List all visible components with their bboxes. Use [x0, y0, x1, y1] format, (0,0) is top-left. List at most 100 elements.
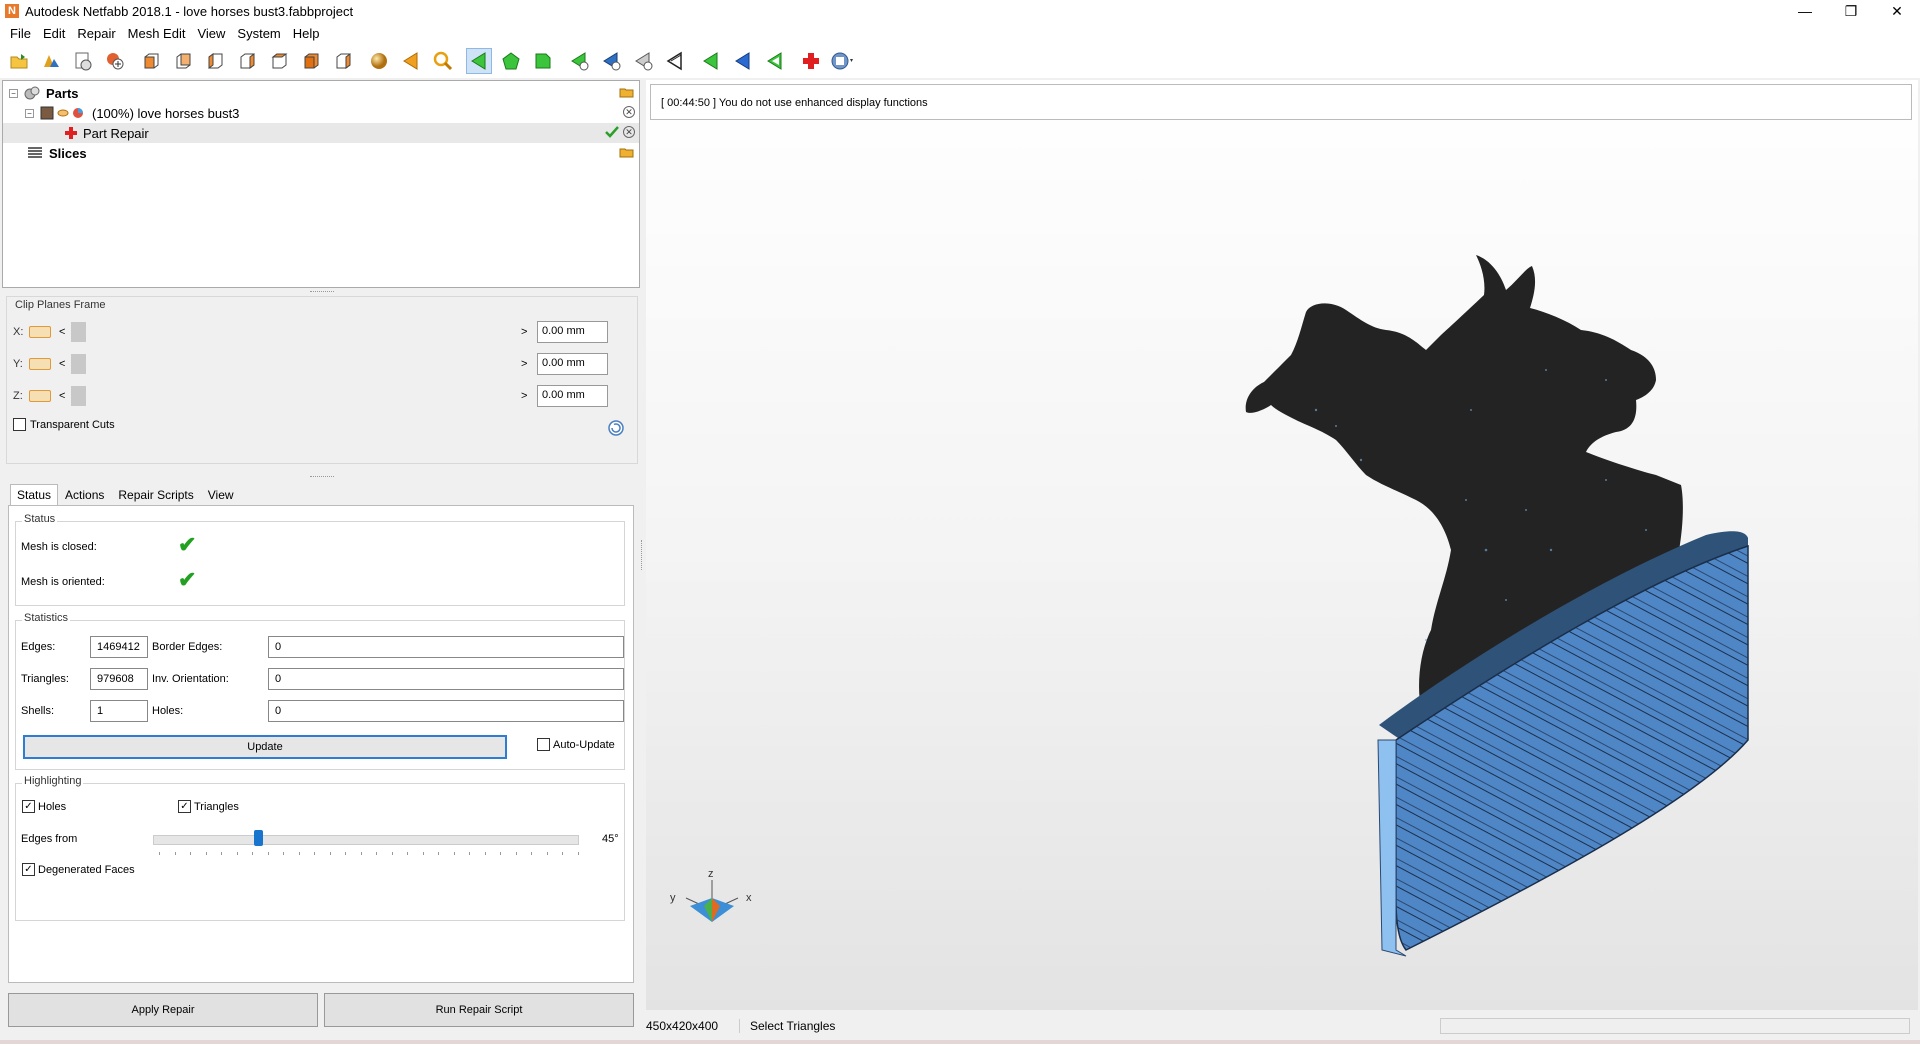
flip-triangle-icon[interactable]: [662, 48, 688, 74]
menu-help[interactable]: Help: [287, 26, 326, 41]
clip-z-value-input[interactable]: 0.00 mm: [537, 385, 608, 407]
degenerated-faces-checkbox[interactable]: ✓: [22, 863, 35, 876]
slices-icon: [28, 147, 42, 158]
horse-bust-model[interactable]: z y x: [646, 80, 1918, 1010]
restore-button[interactable]: ❐: [1828, 0, 1874, 22]
menu-system[interactable]: System: [231, 26, 286, 41]
panel-splitter[interactable]: [310, 476, 334, 480]
triangles-highlight-label: Triangles: [194, 800, 239, 813]
edges-angle-slider-thumb[interactable]: [254, 830, 263, 846]
view-front-icon[interactable]: [138, 48, 164, 74]
tab-view[interactable]: View: [201, 484, 241, 506]
check-icon: ✔: [178, 567, 197, 592]
clip-y-slider[interactable]: [69, 354, 521, 374]
help-icon[interactable]: [830, 48, 856, 74]
triangles-checkbox[interactable]: ✓: [178, 800, 191, 813]
panel-splitter[interactable]: [310, 291, 334, 295]
clip-plane-color-swatch[interactable]: [29, 326, 51, 338]
clip-plane-color-swatch[interactable]: [29, 358, 51, 370]
menu-view[interactable]: View: [191, 26, 231, 41]
vertical-splitter[interactable]: [641, 540, 645, 570]
folder-open-icon[interactable]: [619, 86, 635, 98]
view-bottom-icon[interactable]: [298, 48, 324, 74]
zoom-icon[interactable]: [430, 48, 456, 74]
visibility-eye-icon[interactable]: [57, 107, 69, 119]
folder-open-icon[interactable]: [619, 146, 635, 158]
toolbar: [0, 44, 1920, 78]
color-wheel-icon[interactable]: [72, 107, 84, 119]
menu-repair[interactable]: Repair: [71, 26, 121, 41]
remove-part-icon[interactable]: ✕: [623, 106, 635, 118]
tab-repair-scripts[interactable]: Repair Scripts: [111, 484, 200, 506]
select-surfaces-icon[interactable]: [530, 48, 556, 74]
repair-cross-icon[interactable]: [798, 48, 824, 74]
menu-file[interactable]: File: [4, 26, 37, 41]
blue-arrow-icon[interactable]: [730, 48, 756, 74]
clip-plane-color-swatch[interactable]: [29, 390, 51, 402]
degenerated-faces-label: Degenerated Faces: [38, 863, 135, 876]
add-objects-icon[interactable]: [102, 48, 128, 74]
slider-ticks: [159, 852, 579, 856]
slider-right-arrow-icon[interactable]: >: [521, 326, 531, 338]
slider-left-arrow-icon[interactable]: <: [59, 358, 69, 370]
remove-triangle-icon[interactable]: [598, 48, 624, 74]
tree-part-node[interactable]: − (100%) love horses bust3 ✕: [3, 103, 639, 123]
clip-x-slider[interactable]: [69, 322, 521, 342]
collapse-toggle[interactable]: −: [9, 88, 18, 98]
select-triangles-icon[interactable]: [466, 48, 492, 74]
view-top-icon[interactable]: [266, 48, 292, 74]
reset-clip-icon[interactable]: [607, 419, 625, 437]
slider-left-arrow-icon[interactable]: <: [59, 390, 69, 402]
slider-left-arrow-icon[interactable]: <: [59, 326, 69, 338]
close-repair-icon[interactable]: ✕: [623, 126, 635, 138]
menu-mesh-edit[interactable]: Mesh Edit: [122, 26, 192, 41]
tree-repair-node[interactable]: Part Repair ✕: [3, 123, 639, 143]
3d-viewport[interactable]: [ 00:44:50 ] You do not use enhanced dis…: [646, 80, 1918, 1010]
tab-actions[interactable]: Actions: [58, 484, 111, 506]
clip-x-value-input[interactable]: 0.00 mm: [537, 321, 608, 343]
view-right-icon[interactable]: [234, 48, 260, 74]
clip-y-value-input[interactable]: 0.00 mm: [537, 353, 608, 375]
edges-angle-slider[interactable]: [153, 835, 579, 845]
holes-checkbox[interactable]: ✓: [22, 800, 35, 813]
part-mesh-icon: [40, 106, 54, 120]
tab-status[interactable]: Status: [10, 484, 59, 506]
add-triangle-icon[interactable]: [566, 48, 592, 74]
view-left-icon[interactable]: [202, 48, 228, 74]
view-iso-icon[interactable]: [330, 48, 356, 74]
open-project-icon[interactable]: [6, 48, 32, 74]
border-edges-label: Border Edges:: [152, 641, 223, 653]
close-button[interactable]: ✕: [1874, 0, 1920, 22]
clip-z-slider[interactable]: [69, 386, 521, 406]
update-button[interactable]: Update: [23, 735, 507, 759]
slider-thumb[interactable]: [71, 322, 86, 342]
transparent-cuts-checkbox[interactable]: [13, 418, 26, 431]
green-arrow-outline-icon[interactable]: [762, 48, 788, 74]
auto-update-label: Auto-Update: [553, 738, 615, 751]
cut-triangle-icon[interactable]: [630, 48, 656, 74]
tree-slices-node[interactable]: Slices: [3, 143, 639, 163]
auto-update-checkbox[interactable]: [537, 738, 550, 751]
apply-repair-button[interactable]: Apply Repair: [8, 993, 318, 1027]
menu-edit[interactable]: Edit: [37, 26, 71, 41]
shading-sphere-icon[interactable]: [366, 48, 392, 74]
slider-right-arrow-icon[interactable]: >: [521, 390, 531, 402]
view-back-icon[interactable]: [170, 48, 196, 74]
axis-y-label: y: [670, 892, 676, 904]
progress-bar: [1440, 1018, 1910, 1034]
apply-check-icon[interactable]: [605, 126, 619, 138]
green-arrow-icon[interactable]: [698, 48, 724, 74]
edges-from-value: 45°: [602, 833, 619, 845]
run-repair-script-button[interactable]: Run Repair Script: [324, 993, 634, 1027]
arrow-left-orange-icon[interactable]: [398, 48, 424, 74]
window-title: Autodesk Netfabb 2018.1 - love horses bu…: [25, 3, 354, 19]
collapse-toggle[interactable]: −: [25, 108, 34, 118]
add-part-icon[interactable]: [38, 48, 64, 74]
slider-thumb[interactable]: [71, 354, 86, 374]
new-project-icon[interactable]: [70, 48, 96, 74]
select-shells-icon[interactable]: [498, 48, 524, 74]
slider-thumb[interactable]: [71, 386, 86, 406]
minimize-button[interactable]: —: [1782, 0, 1828, 22]
slider-right-arrow-icon[interactable]: >: [521, 358, 531, 370]
tree-parts-node[interactable]: − Parts: [3, 83, 639, 103]
